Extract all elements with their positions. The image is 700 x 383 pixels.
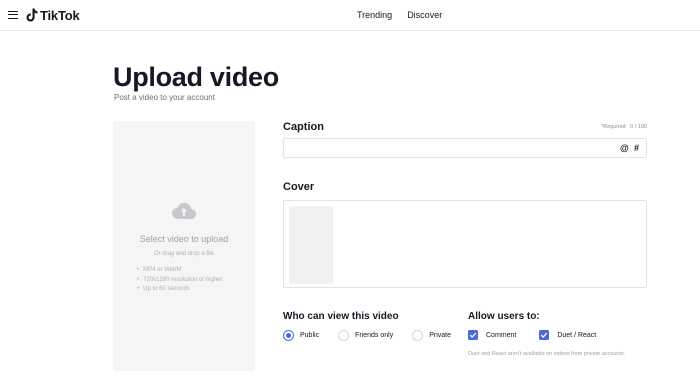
nav-trending[interactable]: Trending — [357, 10, 392, 20]
checkbox-duet-react[interactable] — [539, 330, 550, 340]
allow-label: Allow users to: — [468, 311, 540, 322]
checkmark-icon — [541, 332, 548, 338]
caption-input[interactable] — [290, 143, 610, 154]
top-bar: TikTok Trending Discover — [0, 0, 700, 31]
checkbox-comment[interactable] — [468, 330, 478, 340]
nav-discover[interactable]: Discover — [407, 10, 442, 20]
visibility-options: Public Friends only Private — [283, 330, 470, 341]
upload-title: Select video to upload — [139, 234, 229, 244]
upload-dropzone[interactable]: Select video to upload Or drag and drop … — [113, 121, 255, 371]
caption-required: *Required — [601, 124, 626, 130]
requirement-duration: Up to 60 seconds — [137, 285, 223, 295]
caption-input-box[interactable]: @ # — [283, 138, 647, 158]
tiktok-note-icon — [26, 8, 38, 22]
cover-selector[interactable] — [283, 200, 647, 288]
page-title: Upload video — [113, 62, 279, 92]
caption-label: Caption — [283, 121, 324, 133]
requirement-format: MP4 or WebM — [137, 266, 223, 276]
cover-label: Cover — [283, 181, 315, 193]
cloud-upload-icon — [172, 203, 196, 219]
requirement-resolution: 720x1280 resolution or higher — [137, 276, 222, 286]
logo-text: TikTok — [40, 7, 80, 23]
hamburger-menu-icon[interactable] — [8, 11, 18, 19]
caption-meta: *Required 0 / 100 — [601, 124, 647, 130]
visibility-private-label: Private — [429, 332, 452, 339]
radio-public[interactable] — [283, 330, 294, 341]
tiktok-logo[interactable]: TikTok — [26, 7, 80, 23]
mention-icon[interactable]: @ — [620, 143, 629, 153]
duet-react-note: Duet and React aren't available on video… — [468, 351, 626, 357]
visibility-friends-label: Friends only — [355, 332, 394, 339]
cover-thumbnail[interactable] — [289, 206, 333, 284]
radio-friends-only[interactable] — [338, 330, 350, 341]
visibility-private[interactable]: Private — [412, 330, 451, 341]
visibility-friends[interactable]: Friends only — [338, 330, 393, 341]
visibility-public-label: Public — [300, 332, 320, 339]
allow-comment[interactable]: Comment — [468, 330, 516, 340]
checkmark-icon — [469, 332, 477, 338]
allow-duet-react[interactable]: Duet / React — [539, 330, 596, 340]
upload-drag-text: Or drag and drop a file — [153, 251, 215, 257]
visibility-public[interactable]: Public — [283, 330, 319, 341]
page-subtitle: Post a video to your account — [114, 93, 215, 102]
top-nav: Trending Discover — [357, 10, 442, 20]
caption-counter: 0 / 100 — [630, 124, 647, 130]
allow-comment-label: Comment — [486, 331, 517, 339]
allow-options: Comment Duet / React — [468, 330, 619, 340]
radio-private[interactable] — [412, 330, 424, 341]
hashtag-icon[interactable]: # — [634, 143, 639, 153]
upload-requirements: MP4 or WebM 720x1280 resolution or highe… — [137, 266, 223, 295]
visibility-label: Who can view this video — [283, 311, 399, 322]
allow-duet-react-label: Duet / React — [557, 331, 597, 339]
